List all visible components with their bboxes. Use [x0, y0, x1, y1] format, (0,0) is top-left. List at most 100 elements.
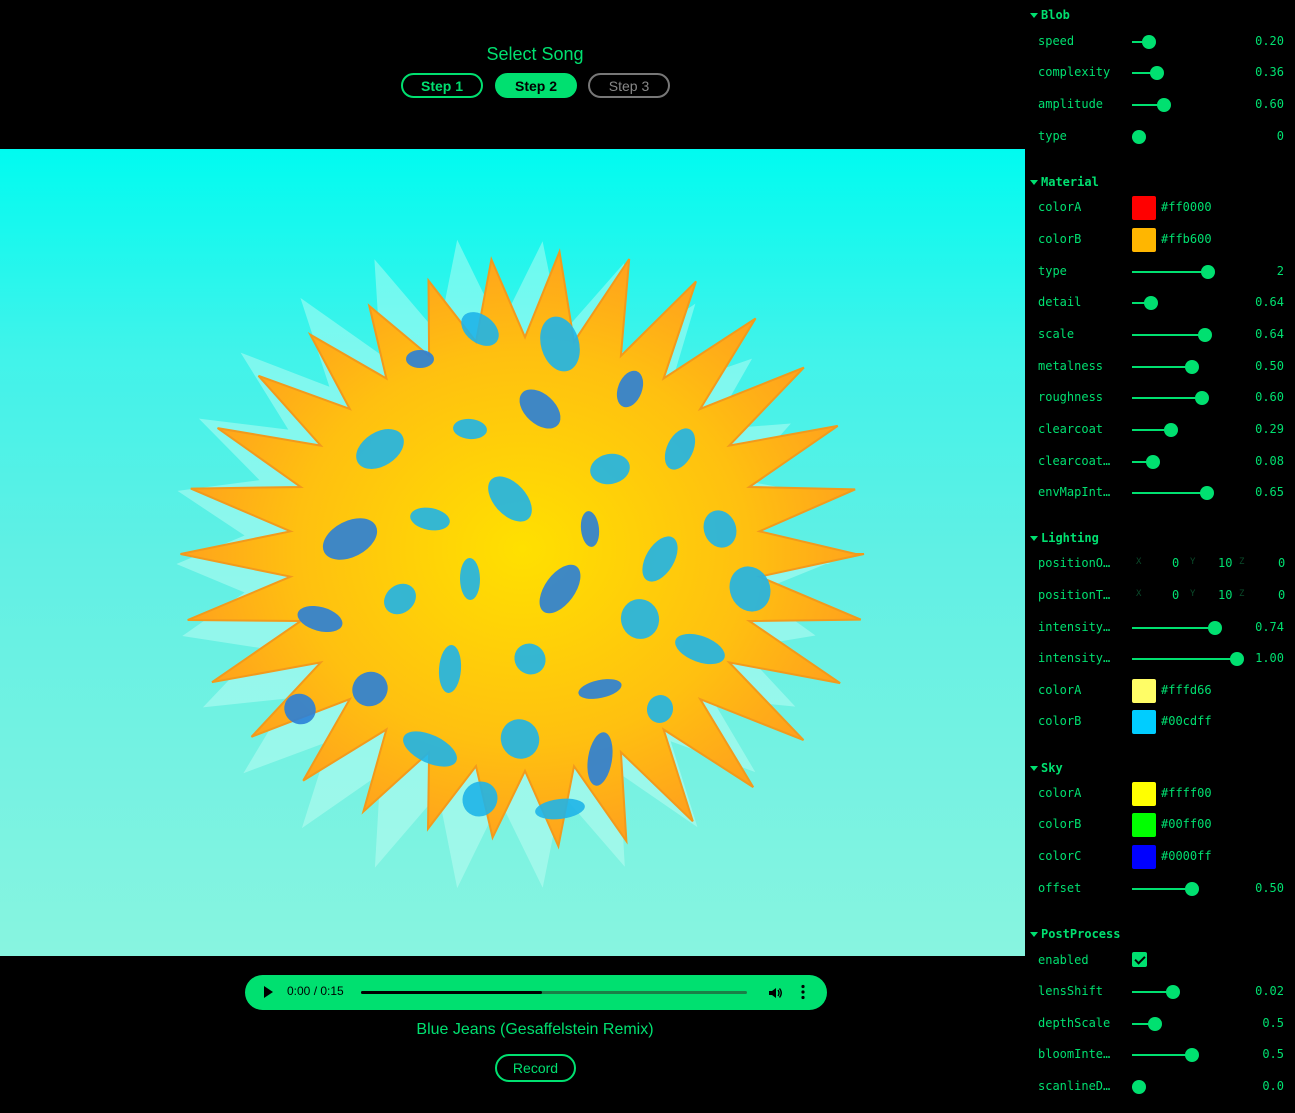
audio-player[interactable]: 0:00 / 0:15: [245, 975, 827, 1010]
play-icon[interactable]: [264, 986, 273, 998]
color-swatch[interactable]: [1132, 228, 1156, 252]
step-1-button[interactable]: Step 1: [401, 73, 483, 98]
y-value[interactable]: 10: [1218, 588, 1232, 602]
slider-thumb[interactable]: [1200, 265, 1215, 279]
step-3-button[interactable]: Step 3: [588, 73, 670, 98]
slider-thumb[interactable]: [1184, 360, 1199, 374]
blob-complexity-slider[interactable]: [1132, 63, 1237, 83]
section-lighting-header[interactable]: Lighting: [1030, 530, 1099, 546]
material-clearcoat-roughness-slider[interactable]: [1132, 452, 1237, 472]
material-metalness-slider[interactable]: [1132, 357, 1237, 377]
color-hex[interactable]: #fffd66: [1161, 683, 1212, 697]
slider-thumb[interactable]: [1145, 455, 1160, 469]
section-blob-header[interactable]: Blob: [1030, 7, 1070, 23]
collapse-triangle-icon: [1030, 179, 1038, 185]
control-value: 2: [1276, 264, 1284, 278]
slider-thumb[interactable]: [1208, 621, 1223, 635]
color-hex[interactable]: #00ff00: [1161, 817, 1212, 831]
control-label: detail: [1038, 295, 1082, 309]
control-value: 0.08: [1255, 454, 1284, 468]
material-metalness-row: metalness 0.50: [1025, 357, 1295, 377]
color-swatch[interactable]: [1132, 845, 1156, 869]
color-hex[interactable]: #00cdff: [1161, 714, 1212, 728]
lighting-intensity-two-slider[interactable]: [1132, 649, 1244, 669]
color-swatch[interactable]: [1132, 813, 1156, 837]
blob-complexity-row: complexity 0.36: [1025, 63, 1295, 83]
material-scale-slider[interactable]: [1132, 325, 1237, 345]
collapse-triangle-icon: [1030, 765, 1038, 771]
blob-amplitude-slider[interactable]: [1132, 95, 1237, 115]
step-2-button[interactable]: Step 2: [495, 73, 577, 98]
control-label: speed: [1038, 34, 1075, 48]
slider-thumb[interactable]: [1194, 391, 1209, 405]
section-title: Sky: [1041, 761, 1063, 775]
x-value[interactable]: 0: [1172, 588, 1179, 602]
lighting-intensity-one-slider[interactable]: [1132, 618, 1237, 638]
vector-input[interactable]: X 0 Y 10 Z 0: [1132, 588, 1285, 604]
slider-thumb[interactable]: [1184, 1048, 1199, 1062]
slider-thumb[interactable]: [1147, 1017, 1162, 1031]
control-label: bloomInte…: [1038, 1047, 1111, 1061]
slider-thumb[interactable]: [1164, 423, 1179, 437]
color-hex[interactable]: #ffb600: [1161, 232, 1212, 246]
slider-thumb[interactable]: [1132, 1080, 1146, 1094]
material-detail-slider[interactable]: [1132, 293, 1237, 313]
z-value[interactable]: 0: [1278, 556, 1285, 570]
control-label: clearcoat: [1038, 422, 1104, 436]
record-button[interactable]: Record: [495, 1054, 576, 1082]
slider-thumb[interactable]: [1230, 652, 1244, 666]
material-roughness-slider[interactable]: [1132, 388, 1237, 408]
color-swatch[interactable]: [1132, 782, 1156, 806]
color-hex[interactable]: #ff0000: [1161, 200, 1212, 214]
x-value[interactable]: 0: [1172, 556, 1179, 570]
slider-thumb[interactable]: [1157, 98, 1172, 112]
color-swatch[interactable]: [1132, 710, 1156, 734]
scanline-slider[interactable]: [1132, 1077, 1237, 1097]
control-value: 0.20: [1255, 34, 1284, 48]
material-envmap-slider[interactable]: [1132, 483, 1237, 503]
lensshift-slider[interactable]: [1132, 982, 1237, 1002]
material-type-slider[interactable]: [1132, 262, 1237, 282]
control-value: 1.00: [1255, 651, 1284, 665]
slider-thumb[interactable]: [1132, 130, 1146, 144]
blob-speed-row: speed 0.20: [1025, 32, 1295, 52]
audio-seek-bar[interactable]: [361, 991, 747, 994]
blob-3d-viewport[interactable]: [0, 149, 1025, 956]
slider-thumb[interactable]: [1197, 328, 1212, 342]
sky-offset-slider[interactable]: [1132, 879, 1237, 899]
color-swatch[interactable]: [1132, 196, 1156, 220]
enabled-checkbox[interactable]: [1132, 952, 1147, 967]
blob-speed-slider[interactable]: [1132, 32, 1237, 52]
bloom-slider[interactable]: [1132, 1045, 1237, 1065]
sky-colora-row: colorA #ffff00: [1025, 782, 1295, 806]
slider-track: [1132, 1054, 1192, 1056]
section-sky-header[interactable]: Sky: [1030, 760, 1063, 776]
control-label: complexity: [1038, 65, 1111, 79]
material-clearcoat-slider[interactable]: [1132, 420, 1237, 440]
section-postprocess-header[interactable]: PostProcess: [1030, 926, 1120, 942]
more-options-icon[interactable]: [801, 984, 805, 1000]
slider-thumb[interactable]: [1166, 985, 1181, 999]
control-value: 0.02: [1255, 984, 1284, 998]
material-detail-row: detail 0.64: [1025, 293, 1295, 313]
slider-thumb[interactable]: [1143, 296, 1158, 310]
z-value[interactable]: 0: [1278, 588, 1285, 602]
vector-input[interactable]: X 0 Y 10 Z 0: [1132, 556, 1285, 572]
slider-thumb[interactable]: [1141, 35, 1156, 49]
volume-icon[interactable]: [767, 985, 783, 1001]
control-label: colorA: [1038, 786, 1082, 800]
sky-colorb-row: colorB #00ff00: [1025, 813, 1295, 837]
slider-thumb[interactable]: [1149, 66, 1164, 80]
slider-thumb[interactable]: [1199, 486, 1214, 500]
color-swatch[interactable]: [1132, 679, 1156, 703]
y-value[interactable]: 10: [1218, 556, 1232, 570]
blob-type-slider[interactable]: [1132, 127, 1237, 147]
color-hex[interactable]: #ffff00: [1161, 786, 1212, 800]
section-material-header[interactable]: Material: [1030, 174, 1099, 190]
postprocess-lensshift-row: lensShift 0.02: [1025, 982, 1295, 1002]
axis-y-label: Y: [1190, 589, 1196, 599]
color-hex[interactable]: #0000ff: [1161, 849, 1212, 863]
slider-thumb[interactable]: [1184, 882, 1199, 896]
control-label: intensity…: [1038, 620, 1111, 634]
depthscale-slider[interactable]: [1132, 1014, 1237, 1034]
